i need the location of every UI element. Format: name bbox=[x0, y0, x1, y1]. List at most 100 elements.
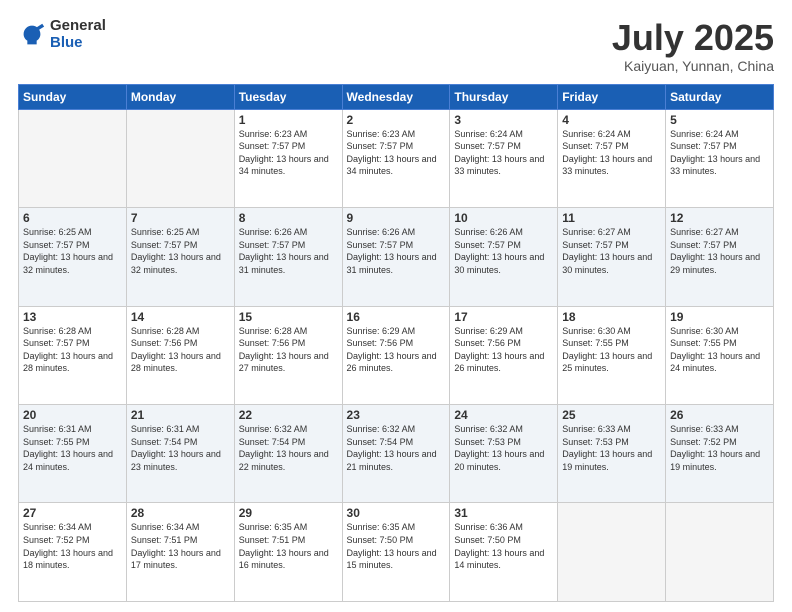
logo-blue-text: Blue bbox=[50, 35, 106, 52]
day-info: Sunrise: 6:30 AMSunset: 7:55 PMDaylight:… bbox=[670, 325, 769, 375]
day-info: Sunrise: 6:27 AMSunset: 7:57 PMDaylight:… bbox=[562, 226, 661, 276]
title-block: July 2025 Kaiyuan, Yunnan, China bbox=[612, 18, 774, 74]
calendar-cell: 28Sunrise: 6:34 AMSunset: 7:51 PMDayligh… bbox=[126, 503, 234, 602]
calendar-cell: 13Sunrise: 6:28 AMSunset: 7:57 PMDayligh… bbox=[19, 306, 127, 404]
day-info: Sunrise: 6:31 AMSunset: 7:54 PMDaylight:… bbox=[131, 423, 230, 473]
day-number: 20 bbox=[23, 408, 122, 422]
day-number: 25 bbox=[562, 408, 661, 422]
calendar-cell: 18Sunrise: 6:30 AMSunset: 7:55 PMDayligh… bbox=[558, 306, 666, 404]
week-row-1: 1Sunrise: 6:23 AMSunset: 7:57 PMDaylight… bbox=[19, 109, 774, 207]
day-number: 24 bbox=[454, 408, 553, 422]
day-number: 23 bbox=[347, 408, 446, 422]
week-row-5: 27Sunrise: 6:34 AMSunset: 7:52 PMDayligh… bbox=[19, 503, 774, 602]
calendar-cell: 25Sunrise: 6:33 AMSunset: 7:53 PMDayligh… bbox=[558, 405, 666, 503]
day-info: Sunrise: 6:33 AMSunset: 7:52 PMDaylight:… bbox=[670, 423, 769, 473]
calendar-cell: 27Sunrise: 6:34 AMSunset: 7:52 PMDayligh… bbox=[19, 503, 127, 602]
header-tuesday: Tuesday bbox=[234, 84, 342, 109]
day-number: 18 bbox=[562, 310, 661, 324]
day-number: 27 bbox=[23, 506, 122, 520]
day-number: 29 bbox=[239, 506, 338, 520]
day-number: 2 bbox=[347, 113, 446, 127]
day-info: Sunrise: 6:23 AMSunset: 7:57 PMDaylight:… bbox=[239, 128, 338, 178]
calendar-cell: 5Sunrise: 6:24 AMSunset: 7:57 PMDaylight… bbox=[666, 109, 774, 207]
day-number: 3 bbox=[454, 113, 553, 127]
calendar-cell bbox=[666, 503, 774, 602]
day-info: Sunrise: 6:24 AMSunset: 7:57 PMDaylight:… bbox=[670, 128, 769, 178]
day-info: Sunrise: 6:23 AMSunset: 7:57 PMDaylight:… bbox=[347, 128, 446, 178]
day-info: Sunrise: 6:29 AMSunset: 7:56 PMDaylight:… bbox=[347, 325, 446, 375]
day-number: 8 bbox=[239, 211, 338, 225]
subtitle: Kaiyuan, Yunnan, China bbox=[612, 58, 774, 74]
header: General Blue July 2025 Kaiyuan, Yunnan, … bbox=[18, 18, 774, 74]
calendar-cell: 1Sunrise: 6:23 AMSunset: 7:57 PMDaylight… bbox=[234, 109, 342, 207]
day-info: Sunrise: 6:35 AMSunset: 7:50 PMDaylight:… bbox=[347, 521, 446, 571]
calendar-cell: 10Sunrise: 6:26 AMSunset: 7:57 PMDayligh… bbox=[450, 208, 558, 306]
day-info: Sunrise: 6:24 AMSunset: 7:57 PMDaylight:… bbox=[454, 128, 553, 178]
calendar-cell: 30Sunrise: 6:35 AMSunset: 7:50 PMDayligh… bbox=[342, 503, 450, 602]
day-number: 10 bbox=[454, 211, 553, 225]
calendar-cell: 22Sunrise: 6:32 AMSunset: 7:54 PMDayligh… bbox=[234, 405, 342, 503]
header-sunday: Sunday bbox=[19, 84, 127, 109]
day-info: Sunrise: 6:32 AMSunset: 7:53 PMDaylight:… bbox=[454, 423, 553, 473]
logo-general-text: General bbox=[50, 18, 106, 35]
day-number: 14 bbox=[131, 310, 230, 324]
main-title: July 2025 bbox=[612, 18, 774, 58]
day-info: Sunrise: 6:30 AMSunset: 7:55 PMDaylight:… bbox=[562, 325, 661, 375]
header-wednesday: Wednesday bbox=[342, 84, 450, 109]
header-friday: Friday bbox=[558, 84, 666, 109]
week-row-2: 6Sunrise: 6:25 AMSunset: 7:57 PMDaylight… bbox=[19, 208, 774, 306]
calendar-cell: 15Sunrise: 6:28 AMSunset: 7:56 PMDayligh… bbox=[234, 306, 342, 404]
logo: General Blue bbox=[18, 18, 106, 51]
calendar-cell: 4Sunrise: 6:24 AMSunset: 7:57 PMDaylight… bbox=[558, 109, 666, 207]
day-number: 31 bbox=[454, 506, 553, 520]
header-monday: Monday bbox=[126, 84, 234, 109]
header-thursday: Thursday bbox=[450, 84, 558, 109]
day-number: 1 bbox=[239, 113, 338, 127]
calendar-cell: 2Sunrise: 6:23 AMSunset: 7:57 PMDaylight… bbox=[342, 109, 450, 207]
calendar-cell: 26Sunrise: 6:33 AMSunset: 7:52 PMDayligh… bbox=[666, 405, 774, 503]
header-saturday: Saturday bbox=[666, 84, 774, 109]
calendar-cell: 19Sunrise: 6:30 AMSunset: 7:55 PMDayligh… bbox=[666, 306, 774, 404]
day-number: 15 bbox=[239, 310, 338, 324]
day-number: 16 bbox=[347, 310, 446, 324]
day-number: 19 bbox=[670, 310, 769, 324]
day-info: Sunrise: 6:25 AMSunset: 7:57 PMDaylight:… bbox=[131, 226, 230, 276]
day-number: 17 bbox=[454, 310, 553, 324]
day-info: Sunrise: 6:28 AMSunset: 7:57 PMDaylight:… bbox=[23, 325, 122, 375]
calendar-cell: 8Sunrise: 6:26 AMSunset: 7:57 PMDaylight… bbox=[234, 208, 342, 306]
day-number: 5 bbox=[670, 113, 769, 127]
day-info: Sunrise: 6:29 AMSunset: 7:56 PMDaylight:… bbox=[454, 325, 553, 375]
calendar-cell: 20Sunrise: 6:31 AMSunset: 7:55 PMDayligh… bbox=[19, 405, 127, 503]
day-number: 21 bbox=[131, 408, 230, 422]
day-info: Sunrise: 6:34 AMSunset: 7:51 PMDaylight:… bbox=[131, 521, 230, 571]
day-info: Sunrise: 6:31 AMSunset: 7:55 PMDaylight:… bbox=[23, 423, 122, 473]
calendar-cell: 6Sunrise: 6:25 AMSunset: 7:57 PMDaylight… bbox=[19, 208, 127, 306]
calendar-cell: 14Sunrise: 6:28 AMSunset: 7:56 PMDayligh… bbox=[126, 306, 234, 404]
day-info: Sunrise: 6:25 AMSunset: 7:57 PMDaylight:… bbox=[23, 226, 122, 276]
day-info: Sunrise: 6:26 AMSunset: 7:57 PMDaylight:… bbox=[239, 226, 338, 276]
day-info: Sunrise: 6:33 AMSunset: 7:53 PMDaylight:… bbox=[562, 423, 661, 473]
day-number: 12 bbox=[670, 211, 769, 225]
logo-text: General Blue bbox=[50, 18, 106, 51]
calendar-cell: 24Sunrise: 6:32 AMSunset: 7:53 PMDayligh… bbox=[450, 405, 558, 503]
day-number: 22 bbox=[239, 408, 338, 422]
day-info: Sunrise: 6:27 AMSunset: 7:57 PMDaylight:… bbox=[670, 226, 769, 276]
day-info: Sunrise: 6:28 AMSunset: 7:56 PMDaylight:… bbox=[239, 325, 338, 375]
calendar-cell: 29Sunrise: 6:35 AMSunset: 7:51 PMDayligh… bbox=[234, 503, 342, 602]
calendar-cell: 31Sunrise: 6:36 AMSunset: 7:50 PMDayligh… bbox=[450, 503, 558, 602]
day-number: 30 bbox=[347, 506, 446, 520]
day-info: Sunrise: 6:32 AMSunset: 7:54 PMDaylight:… bbox=[347, 423, 446, 473]
calendar-table: Sunday Monday Tuesday Wednesday Thursday… bbox=[18, 84, 774, 602]
calendar-cell: 3Sunrise: 6:24 AMSunset: 7:57 PMDaylight… bbox=[450, 109, 558, 207]
page: General Blue July 2025 Kaiyuan, Yunnan, … bbox=[0, 0, 792, 612]
calendar-cell: 12Sunrise: 6:27 AMSunset: 7:57 PMDayligh… bbox=[666, 208, 774, 306]
day-info: Sunrise: 6:32 AMSunset: 7:54 PMDaylight:… bbox=[239, 423, 338, 473]
calendar-cell: 17Sunrise: 6:29 AMSunset: 7:56 PMDayligh… bbox=[450, 306, 558, 404]
calendar-cell: 9Sunrise: 6:26 AMSunset: 7:57 PMDaylight… bbox=[342, 208, 450, 306]
calendar-cell bbox=[558, 503, 666, 602]
calendar-cell: 7Sunrise: 6:25 AMSunset: 7:57 PMDaylight… bbox=[126, 208, 234, 306]
day-number: 6 bbox=[23, 211, 122, 225]
day-info: Sunrise: 6:35 AMSunset: 7:51 PMDaylight:… bbox=[239, 521, 338, 571]
day-info: Sunrise: 6:26 AMSunset: 7:57 PMDaylight:… bbox=[347, 226, 446, 276]
calendar-cell: 16Sunrise: 6:29 AMSunset: 7:56 PMDayligh… bbox=[342, 306, 450, 404]
